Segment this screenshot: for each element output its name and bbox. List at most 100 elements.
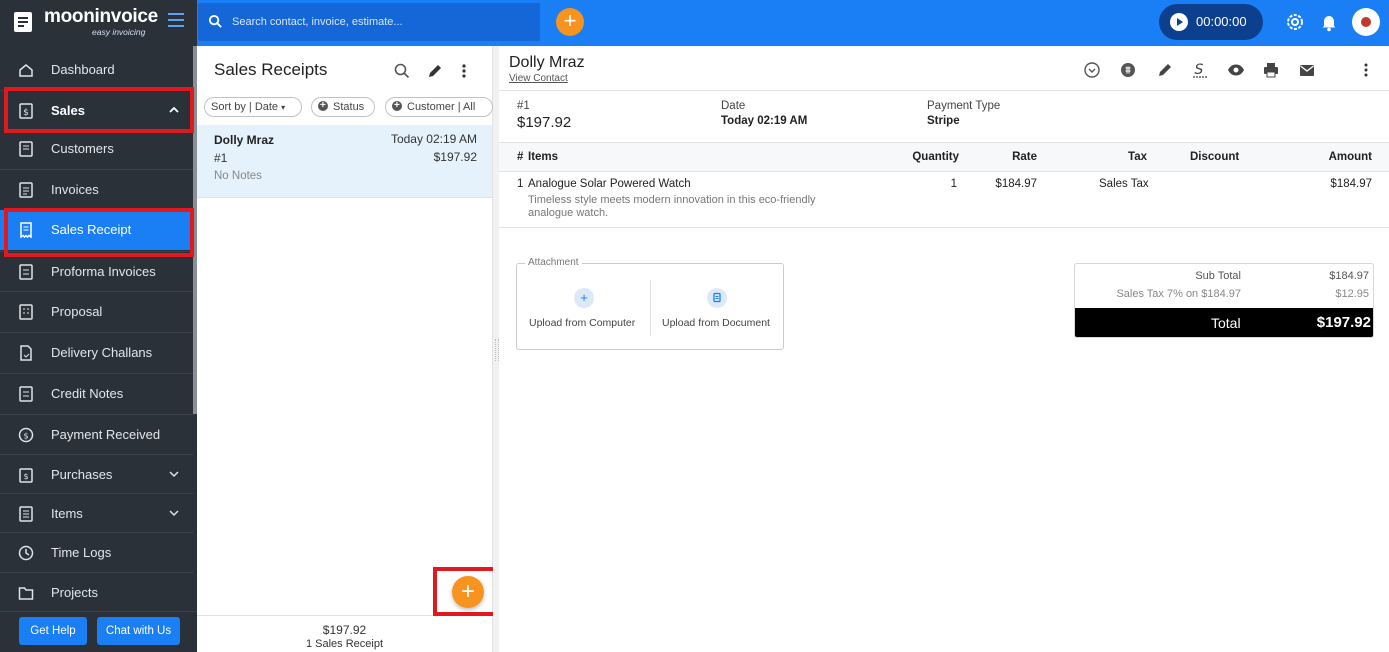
search-input[interactable] (232, 12, 532, 32)
status-filter[interactable]: Status (311, 97, 375, 117)
line-tax: Sales Tax (1099, 178, 1149, 190)
sidebar-item-sales[interactable]: $ Sales (0, 90, 193, 130)
sidebar-item-label: Sales Receipt (51, 222, 132, 237)
chevron-down-icon (169, 510, 179, 517)
sidebar-item-credit-notes[interactable]: Credit Notes (0, 373, 193, 413)
items-table-header: # Items Quantity Rate Tax Discount Amoun… (499, 142, 1389, 172)
timer-button[interactable]: 00:00:00 (1159, 4, 1263, 40)
date-value: Today 02:19 AM (721, 115, 808, 127)
search-box (198, 3, 540, 41)
avatar[interactable] (1352, 8, 1380, 36)
check-circle-icon[interactable] (1083, 61, 1101, 79)
tax-label: Sales Tax 7% on $184.97 (1116, 288, 1241, 300)
search-icon (208, 14, 222, 28)
add-icon[interactable]: + (574, 288, 594, 308)
more-vert-icon[interactable] (1357, 61, 1375, 79)
col-discount: Discount (1190, 151, 1240, 163)
list-title: Sales Receipts (214, 60, 328, 79)
chat-with-us-button[interactable]: Chat with Us (97, 617, 180, 645)
attachment-box: Attachment + Upload from Computer Upload… (516, 257, 784, 350)
footer-count: 1 Sales Receipt (305, 638, 384, 650)
sidebar-item-projects[interactable]: Projects (0, 572, 193, 612)
date-label: Date (721, 100, 746, 112)
sidebar-item-label: Time Logs (51, 545, 112, 560)
footer-total: $197.92 (322, 623, 367, 637)
line-quantity: 1 (950, 178, 957, 190)
receipt-total-amount: $197.92 (517, 114, 572, 131)
edit-icon[interactable] (1156, 61, 1174, 79)
receipts-list-pane: Sales Receipts Sort by | Date ▾ Status C… (197, 46, 493, 652)
sidebar-item-time-logs[interactable]: Time Logs (0, 532, 193, 572)
col-quantity: Quantity (912, 151, 959, 163)
document-icon[interactable] (707, 288, 727, 308)
detail-customer-name: Dolly Mraz (509, 54, 585, 71)
line-rate: $184.97 (995, 178, 1037, 190)
subtotal-value: $184.97 (1329, 270, 1369, 282)
clock-icon (18, 545, 34, 561)
sidebar-item-delivery-challans[interactable]: Delivery Challans (0, 332, 193, 372)
col-index: # (517, 151, 524, 163)
line-item-name: Analogue Solar Powered Watch (528, 178, 691, 190)
home-icon (19, 64, 33, 77)
print-icon[interactable] (1262, 61, 1280, 79)
get-help-button[interactable]: Get Help (19, 617, 87, 645)
payment-type-label: Payment Type (927, 100, 1001, 112)
sidebar-item-label: Invoices (51, 182, 99, 197)
col-tax: Tax (1128, 151, 1147, 163)
receipt-amount: $197.92 (433, 150, 477, 164)
sidebar-item-items[interactable]: Items (0, 493, 193, 533)
credit-note-icon (19, 386, 33, 402)
menu-icon[interactable] (168, 13, 184, 27)
top-bar: mooninvoice easy invoicing + 00:00:00 (0, 0, 1389, 46)
line-amount: $184.97 (1330, 178, 1372, 190)
list-footer: $197.92 1 Sales Receipt (197, 615, 492, 652)
proposal-icon (19, 304, 33, 320)
customer-filter[interactable]: Customer | All (385, 97, 493, 117)
table-row[interactable]: 1 Analogue Solar Powered Watch Timeless … (499, 172, 1389, 228)
add-new-button[interactable]: + (556, 8, 584, 36)
logo[interactable]: mooninvoice easy invoicing (0, 0, 197, 46)
duplicate-icon[interactable] (1119, 61, 1137, 79)
customers-icon (19, 141, 33, 157)
invoice-icon (19, 182, 33, 198)
bell-icon[interactable] (1319, 12, 1339, 32)
upload-from-document-button[interactable]: Upload from Document (662, 317, 770, 329)
chevron-up-icon (169, 106, 179, 113)
chevron-down-icon: ▾ (281, 103, 286, 112)
line-item-description: Timeless style meets modern innovation i… (528, 194, 816, 219)
sidebar-item-proforma-invoices[interactable]: Proforma Invoices (0, 251, 193, 291)
sidebar-item-label: Proposal (51, 304, 103, 319)
email-icon[interactable] (1298, 61, 1316, 79)
delivery-icon (20, 345, 32, 361)
sidebar-item-sales-receipt[interactable]: Sales Receipt (0, 210, 193, 250)
sidebar-item-payment-received[interactable]: $ Payment Received (0, 414, 193, 454)
total-label: Total (1211, 315, 1241, 331)
upload-from-computer-button[interactable]: Upload from Computer (529, 317, 635, 329)
receipt-icon (20, 222, 32, 238)
logo-icon (14, 12, 32, 32)
sidebar-item-proposal[interactable]: Proposal (0, 291, 193, 331)
sidebar-item-purchases[interactable]: $ Purchases (0, 454, 193, 494)
folder-icon (18, 587, 34, 600)
sidebar-item-customers[interactable]: Customers (0, 129, 193, 169)
sidebar-item-dashboard[interactable]: Dashboard (0, 50, 193, 90)
edit-icon[interactable] (426, 62, 444, 80)
svg-text:$: $ (23, 432, 28, 441)
total-value: $197.92 (1316, 314, 1371, 331)
divider (499, 90, 1389, 91)
search-icon[interactable] (393, 62, 411, 80)
add-receipt-button[interactable]: + (452, 576, 484, 608)
more-vert-icon[interactable] (455, 62, 473, 80)
sort-filter[interactable]: Sort by | Date ▾ (204, 97, 302, 117)
sidebar-item-invoices[interactable]: Invoices (0, 169, 193, 209)
receipt-list-item[interactable]: Dolly Mraz Today 02:19 AM #1 $197.92 No … (197, 125, 492, 198)
preview-eye-icon[interactable] (1227, 61, 1245, 79)
settings-icon[interactable] (1285, 12, 1305, 32)
svg-text:$: $ (23, 472, 28, 481)
receipt-notes: No Notes (214, 170, 262, 182)
sidebar-item-label: Sales (51, 103, 85, 118)
view-contact-link[interactable]: View Contact (509, 73, 568, 84)
svg-text:$: $ (23, 108, 29, 118)
signature-icon[interactable]: S (1191, 61, 1209, 79)
logo-tagline: easy invoicing (92, 27, 146, 37)
